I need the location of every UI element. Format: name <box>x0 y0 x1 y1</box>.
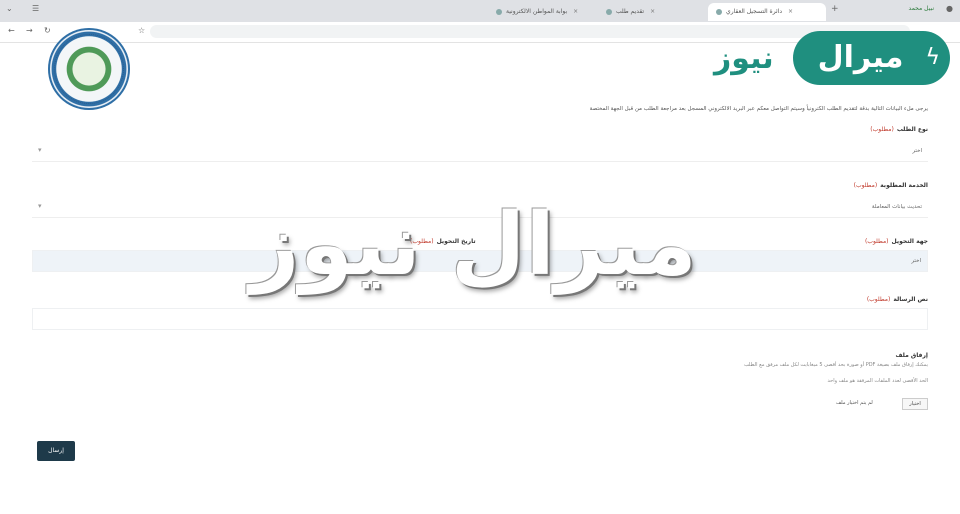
message-label: نص الرسالة(مطلوب) <box>866 296 928 303</box>
favicon-icon <box>606 8 612 15</box>
forward-icon[interactable]: → <box>26 26 33 35</box>
chevron-down-icon: ▾ <box>38 146 42 154</box>
required-mark: (مطلوب) <box>870 126 894 133</box>
favicon-icon <box>496 8 502 15</box>
close-tab-icon[interactable]: × <box>650 3 655 21</box>
request-type-label: نوع الطلب(مطلوب) <box>870 126 928 133</box>
message-field[interactable] <box>32 308 928 330</box>
recipient-label: جهة التحويل(مطلوب) <box>864 238 928 245</box>
logo-word: نيوز <box>714 41 774 76</box>
watermark-text: ميرال نيوز <box>250 195 699 295</box>
close-tab-icon[interactable]: × <box>788 3 793 21</box>
submit-button[interactable]: إرسال <box>37 441 75 461</box>
new-tab-icon[interactable]: + <box>831 4 839 14</box>
file-status: لم يتم اختيار ملف <box>836 400 873 406</box>
profile-button[interactable]: نبيل محمد <box>909 5 934 12</box>
required-mark: (مطلوب) <box>853 182 878 189</box>
request-type-value: اختر <box>912 148 922 154</box>
back-icon[interactable]: ← <box>8 26 15 35</box>
meral-news-logo: نيوز ميرال ϟ <box>714 31 950 87</box>
browser-tab[interactable]: تقديم طلب × <box>598 3 694 21</box>
favicon-icon <box>716 8 722 15</box>
close-tab-icon[interactable]: × <box>573 3 578 21</box>
form-instruction: يرجى ملء البيانات التالية بدقة لتقديم ال… <box>589 106 928 112</box>
choose-file-button[interactable]: اختيار <box>902 398 928 410</box>
attachment-limit-help: الحد الأقصى لعدد الملفات المرفقة هو ملف … <box>827 378 928 384</box>
reload-icon[interactable]: ↻ <box>44 26 51 35</box>
government-seal-logo <box>48 28 130 110</box>
browser-tab-bar: ⌄ ☰ تقديم طلب × دائرة التسجيل العقاري × بو… <box>0 0 960 22</box>
browser-tab-active[interactable]: دائرة التسجيل العقاري × <box>708 3 826 21</box>
seal-ring <box>54 34 124 104</box>
request-type-select[interactable]: اختر ▾ <box>32 142 928 162</box>
browser-tab[interactable]: بوابة المواطن الالكترونية × <box>488 3 584 21</box>
service-value: تحديث بيانات المعاملة <box>871 204 922 210</box>
menu-icon[interactable]: ☰ <box>32 4 39 13</box>
chevron-down-icon: ▾ <box>38 202 42 210</box>
bookmark-icon[interactable]: ☆ <box>138 26 145 35</box>
required-mark: (مطلوب) <box>864 238 889 245</box>
required-mark: (مطلوب) <box>866 296 891 303</box>
logo-pill-text: ميرال <box>817 40 904 75</box>
attachment-help: يمكنك إرفاق ملف بصيغة PDF أو صورة بحد أق… <box>743 362 928 368</box>
lightning-icon: ϟ <box>925 45 940 70</box>
recipient-value: اختر <box>911 258 921 264</box>
tab-search-icon[interactable]: ⌄ <box>6 4 13 13</box>
window-control-icon[interactable]: ● <box>946 4 953 13</box>
attachment-label: إرفاق ملف <box>895 352 928 359</box>
service-label: الخدمة المطلوبة(مطلوب) <box>853 182 928 189</box>
